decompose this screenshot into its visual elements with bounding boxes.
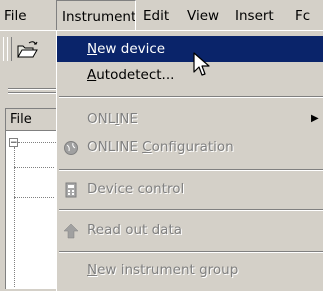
menu-separator (59, 96, 323, 98)
menu-item-label: ONLINE Configuration (87, 139, 234, 155)
toolbar-divider (8, 88, 58, 90)
menu-item-label: Read out data (87, 222, 183, 238)
device-icon (63, 181, 79, 198)
arrow-up-icon (63, 222, 79, 239)
menu-item-read-out-data[interactable]: Read out data (57, 217, 323, 243)
tree-line (14, 147, 15, 287)
menu-file[interactable]: File (4, 0, 44, 30)
menu-separator (59, 251, 323, 253)
menu-item-label: Autodetect... (87, 67, 175, 83)
instrument-dropdown-menu: New device Autodetect... ONLINE ▶ ONLINE… (56, 30, 323, 291)
menu-view[interactable]: View (187, 0, 227, 30)
tree-collapse-icon[interactable]: − (9, 138, 18, 148)
menu-separator (59, 169, 323, 171)
toolbar-divider-2 (8, 92, 58, 94)
menu-instrument[interactable]: Instrument (56, 0, 136, 30)
menu-separator (59, 209, 323, 211)
menu-item-label: New instrument group (87, 262, 239, 278)
menu-item-label: ONLINE (87, 111, 138, 127)
menu-item-new-instrument-group[interactable]: New instrument group (57, 257, 323, 283)
mouse-pointer-icon (193, 52, 213, 80)
tree-branch (14, 197, 54, 198)
open-folder-icon[interactable] (16, 39, 40, 61)
menu-item-label: New device (87, 41, 166, 57)
menu-fc[interactable]: Fc (295, 0, 323, 30)
menu-item-label: Device control (87, 181, 185, 197)
menu-item-online[interactable]: ONLINE ▶ (57, 106, 323, 132)
menu-item-new-device[interactable]: New device (57, 36, 323, 62)
menu-item-device-control[interactable]: Device control (57, 176, 323, 202)
menu-bar: File Instrument Edit View Insert Fc (0, 0, 323, 31)
tree-branch (18, 142, 58, 143)
tree-branch (14, 167, 54, 168)
menu-insert[interactable]: Insert (235, 0, 285, 30)
menu-item-online-configuration[interactable]: ONLINE Configuration (57, 134, 323, 160)
submenu-arrow-icon: ▶ (311, 113, 319, 124)
globe-icon (63, 139, 79, 155)
toolbar (0, 31, 60, 64)
menu-item-autodetect[interactable]: Autodetect... (57, 62, 323, 88)
toolbar-grip-2 (7, 37, 12, 61)
menu-edit[interactable]: Edit (143, 0, 178, 30)
